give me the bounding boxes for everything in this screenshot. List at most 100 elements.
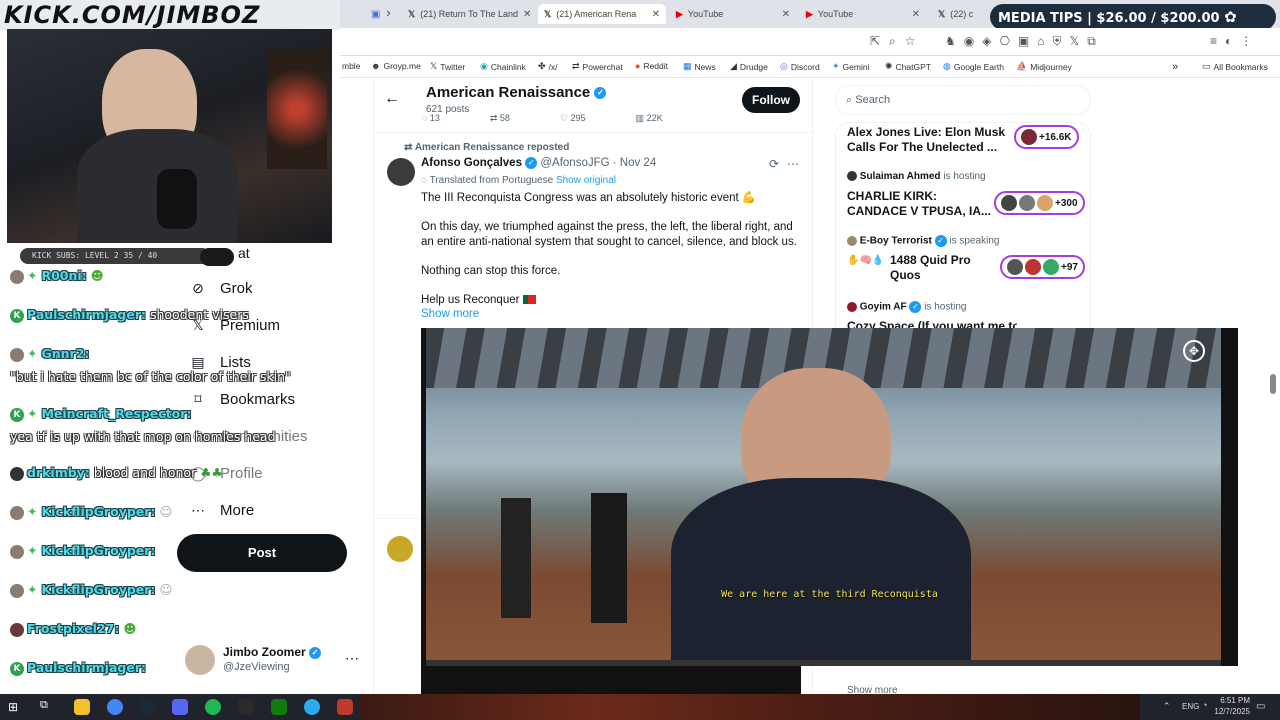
bookmark-twitter[interactable]: 𝕏 Twitter: [430, 61, 465, 72]
chat-message: ✦ R00ni: ☻: [10, 268, 104, 284]
bookmark-discord[interactable]: ◎ Discord: [780, 61, 820, 72]
bookmark-powerchat[interactable]: ⇄ Powerchat: [572, 61, 623, 72]
back-arrow-icon[interactable]: ←: [384, 90, 400, 108]
scrollbar-thumb[interactable]: [1270, 374, 1276, 394]
user-avatar: [10, 347, 24, 362]
menu-icons[interactable]: ≡◐⋮: [1210, 34, 1260, 48]
expand-icon[interactable]: ✥: [1183, 340, 1205, 362]
post-button[interactable]: Post: [177, 534, 347, 572]
emoji-icons: ✋🧠💧: [847, 255, 885, 266]
chatgpt-icon: ✺: [885, 61, 893, 71]
frog-icon: ☻: [371, 61, 381, 71]
chat-message: ✦ KickflipGroyper: ☺: [10, 582, 172, 598]
steam-icon[interactable]: [139, 699, 155, 715]
notification-icon[interactable]: ▭: [1256, 701, 1265, 712]
terminal-icon[interactable]: [238, 699, 254, 715]
author-avatar[interactable]: [387, 158, 415, 186]
telegram-icon[interactable]: [304, 699, 320, 715]
reply-count[interactable]: ◌ 13: [422, 113, 440, 124]
sailboat-icon: ⛵: [1016, 61, 1028, 71]
all-bookmarks[interactable]: ▭ All Bookmarks: [1202, 61, 1268, 72]
account-name[interactable]: Jimbo Zoomer ✓: [223, 645, 322, 659]
show-more-right[interactable]: Show more: [847, 685, 898, 694]
show-more-link[interactable]: Show more: [421, 308, 479, 320]
like-count[interactable]: ♡ 295: [560, 113, 586, 124]
tab-2[interactable]: ▶ YouTube ✕: [670, 4, 796, 24]
bookmark-drudge[interactable]: ◢ Drudge: [730, 61, 768, 72]
tweet-more-icon[interactable]: ⟳⋯: [769, 157, 807, 171]
spotify-icon[interactable]: [205, 699, 221, 715]
previous-tweet-stats: ◌ 13 ⇄ 58 ♡ 295 ▥ 22K: [422, 113, 812, 124]
clock[interactable]: 6:51 PM 12/7/2025: [1205, 695, 1250, 717]
view-count[interactable]: ▥ 22K: [636, 113, 663, 124]
emote-icon: ♣♣: [200, 465, 223, 480]
x-logo-icon: 𝕏: [408, 8, 416, 19]
bookmark-reddit[interactable]: ● Reddit: [635, 61, 668, 71]
space-title[interactable]: Alex Jones Live: Elon Musk Calls For The…: [847, 125, 1017, 155]
tray-overflow-icon[interactable]: ⌃: [1163, 701, 1171, 712]
space-listener-count[interactable]: +97: [1000, 255, 1085, 279]
space-title[interactable]: CHARLIE KIRK: CANDACE V TPUSA, IA...: [847, 189, 997, 219]
kick-badge-icon: K: [10, 407, 24, 422]
tab-4[interactable]: 𝕏 (22) c: [932, 4, 992, 24]
next-tweet-avatar[interactable]: [387, 536, 413, 562]
bookmark-chatgpt[interactable]: ✺ ChatGPT: [885, 61, 931, 72]
close-icon[interactable]: ✕: [652, 9, 660, 20]
account-avatar[interactable]: [185, 645, 215, 675]
new-tab-icon[interactable]: ▣ ✕: [365, 4, 390, 24]
close-icon[interactable]: ✕: [523, 9, 531, 20]
extension-icons[interactable]: ♞◉◈⎔▣⌂⛨𝕏⧉: [945, 34, 1104, 49]
windows-start-icon[interactable]: ⊞: [8, 700, 18, 714]
chrome-icon[interactable]: [107, 699, 123, 715]
chat-message: K ✦ Meincraft_Respector:: [10, 406, 191, 422]
space-listener-count[interactable]: +16.6K: [1014, 125, 1079, 149]
language-indicator[interactable]: ENG: [1182, 702, 1199, 711]
bookmark-gemini[interactable]: ✦ Gemini: [832, 61, 869, 72]
discord-icon[interactable]: [172, 699, 188, 715]
task-view-icon[interactable]: ⧉: [40, 699, 48, 712]
show-original-link[interactable]: Show original: [556, 175, 616, 186]
nav-partial[interactable]: at: [238, 245, 250, 261]
chat-message: K Paulschirmjager: shoodent visers: [10, 307, 249, 323]
nav-grok[interactable]: ⊘ Grok: [190, 280, 252, 297]
app-icon[interactable]: [337, 699, 353, 715]
space-host: E-Boy Terrorist ✓ is speaking: [847, 235, 999, 247]
nav-bookmarks[interactable]: ⌑ Bookmarks: [190, 391, 295, 408]
tweet-last-line: Help us Reconquer: [421, 293, 806, 308]
tab-0[interactable]: 𝕏 (21) Return To The Land ✕: [402, 4, 532, 24]
emote-icon: ☺: [159, 582, 173, 597]
file-explorer-icon[interactable]: [74, 699, 90, 715]
space-title-part[interactable]: 1488 Quid Pro Quos: [890, 253, 1000, 283]
tab-3[interactable]: ▶ YouTube ✕: [800, 4, 926, 24]
verified-badge-icon: ✓: [909, 301, 922, 313]
tweet-author[interactable]: Afonso Gonçalves ✓ @AfonsoJFG · Nov 24: [421, 157, 656, 169]
bookmarks-overflow-icon[interactable]: »: [1172, 61, 1178, 73]
nav-more[interactable]: ⋯ More: [190, 502, 254, 519]
bookmark-groyp[interactable]: ☻ Groyp.me: [371, 61, 421, 71]
windows-taskbar: ⊞ ⧉ ⌃ ENG ◔ 6:51 PM 12/7/2025 ▭: [0, 694, 1280, 720]
user-avatar: [10, 544, 24, 559]
follow-button[interactable]: Follow: [742, 87, 800, 113]
gem-badge-icon: ✦: [27, 268, 38, 283]
bookmark-news[interactable]: ▦ News: [683, 61, 716, 72]
bookmark-google-earth[interactable]: ◍ Google Earth: [943, 61, 1004, 72]
bookmark-chainlink[interactable]: ◉ Chainlink: [480, 61, 526, 72]
video-player[interactable]: We are here at the third Reconquista ✥: [421, 328, 1238, 666]
christmas-lights: [267, 49, 327, 169]
chat-message: ✦ Gnnr2:: [10, 346, 89, 362]
bookmark-0[interactable]: mble: [342, 61, 360, 71]
bookmark-midjourney[interactable]: ⛵ Midjourney: [1016, 61, 1072, 72]
account-more-icon[interactable]: ⋯: [345, 650, 359, 667]
tab-1[interactable]: 𝕏 (21) American Rena ✕: [538, 4, 666, 24]
toolbar-icons[interactable]: ⇱⌕☆: [870, 34, 925, 49]
close-icon[interactable]: ✕: [782, 9, 790, 20]
space-listener-count[interactable]: +300: [994, 191, 1085, 215]
search-input[interactable]: ⌕ Search: [835, 85, 1091, 115]
video-progress-bar[interactable]: [426, 660, 1221, 666]
xbox-icon[interactable]: [271, 699, 287, 715]
account-handle: @JzeViewing: [223, 661, 290, 673]
bookmark-x[interactable]: ✤/x/: [538, 61, 558, 72]
webcam-feed: [7, 29, 332, 243]
repost-count[interactable]: ⇄ 58: [490, 113, 510, 124]
close-icon[interactable]: ✕: [912, 9, 920, 20]
